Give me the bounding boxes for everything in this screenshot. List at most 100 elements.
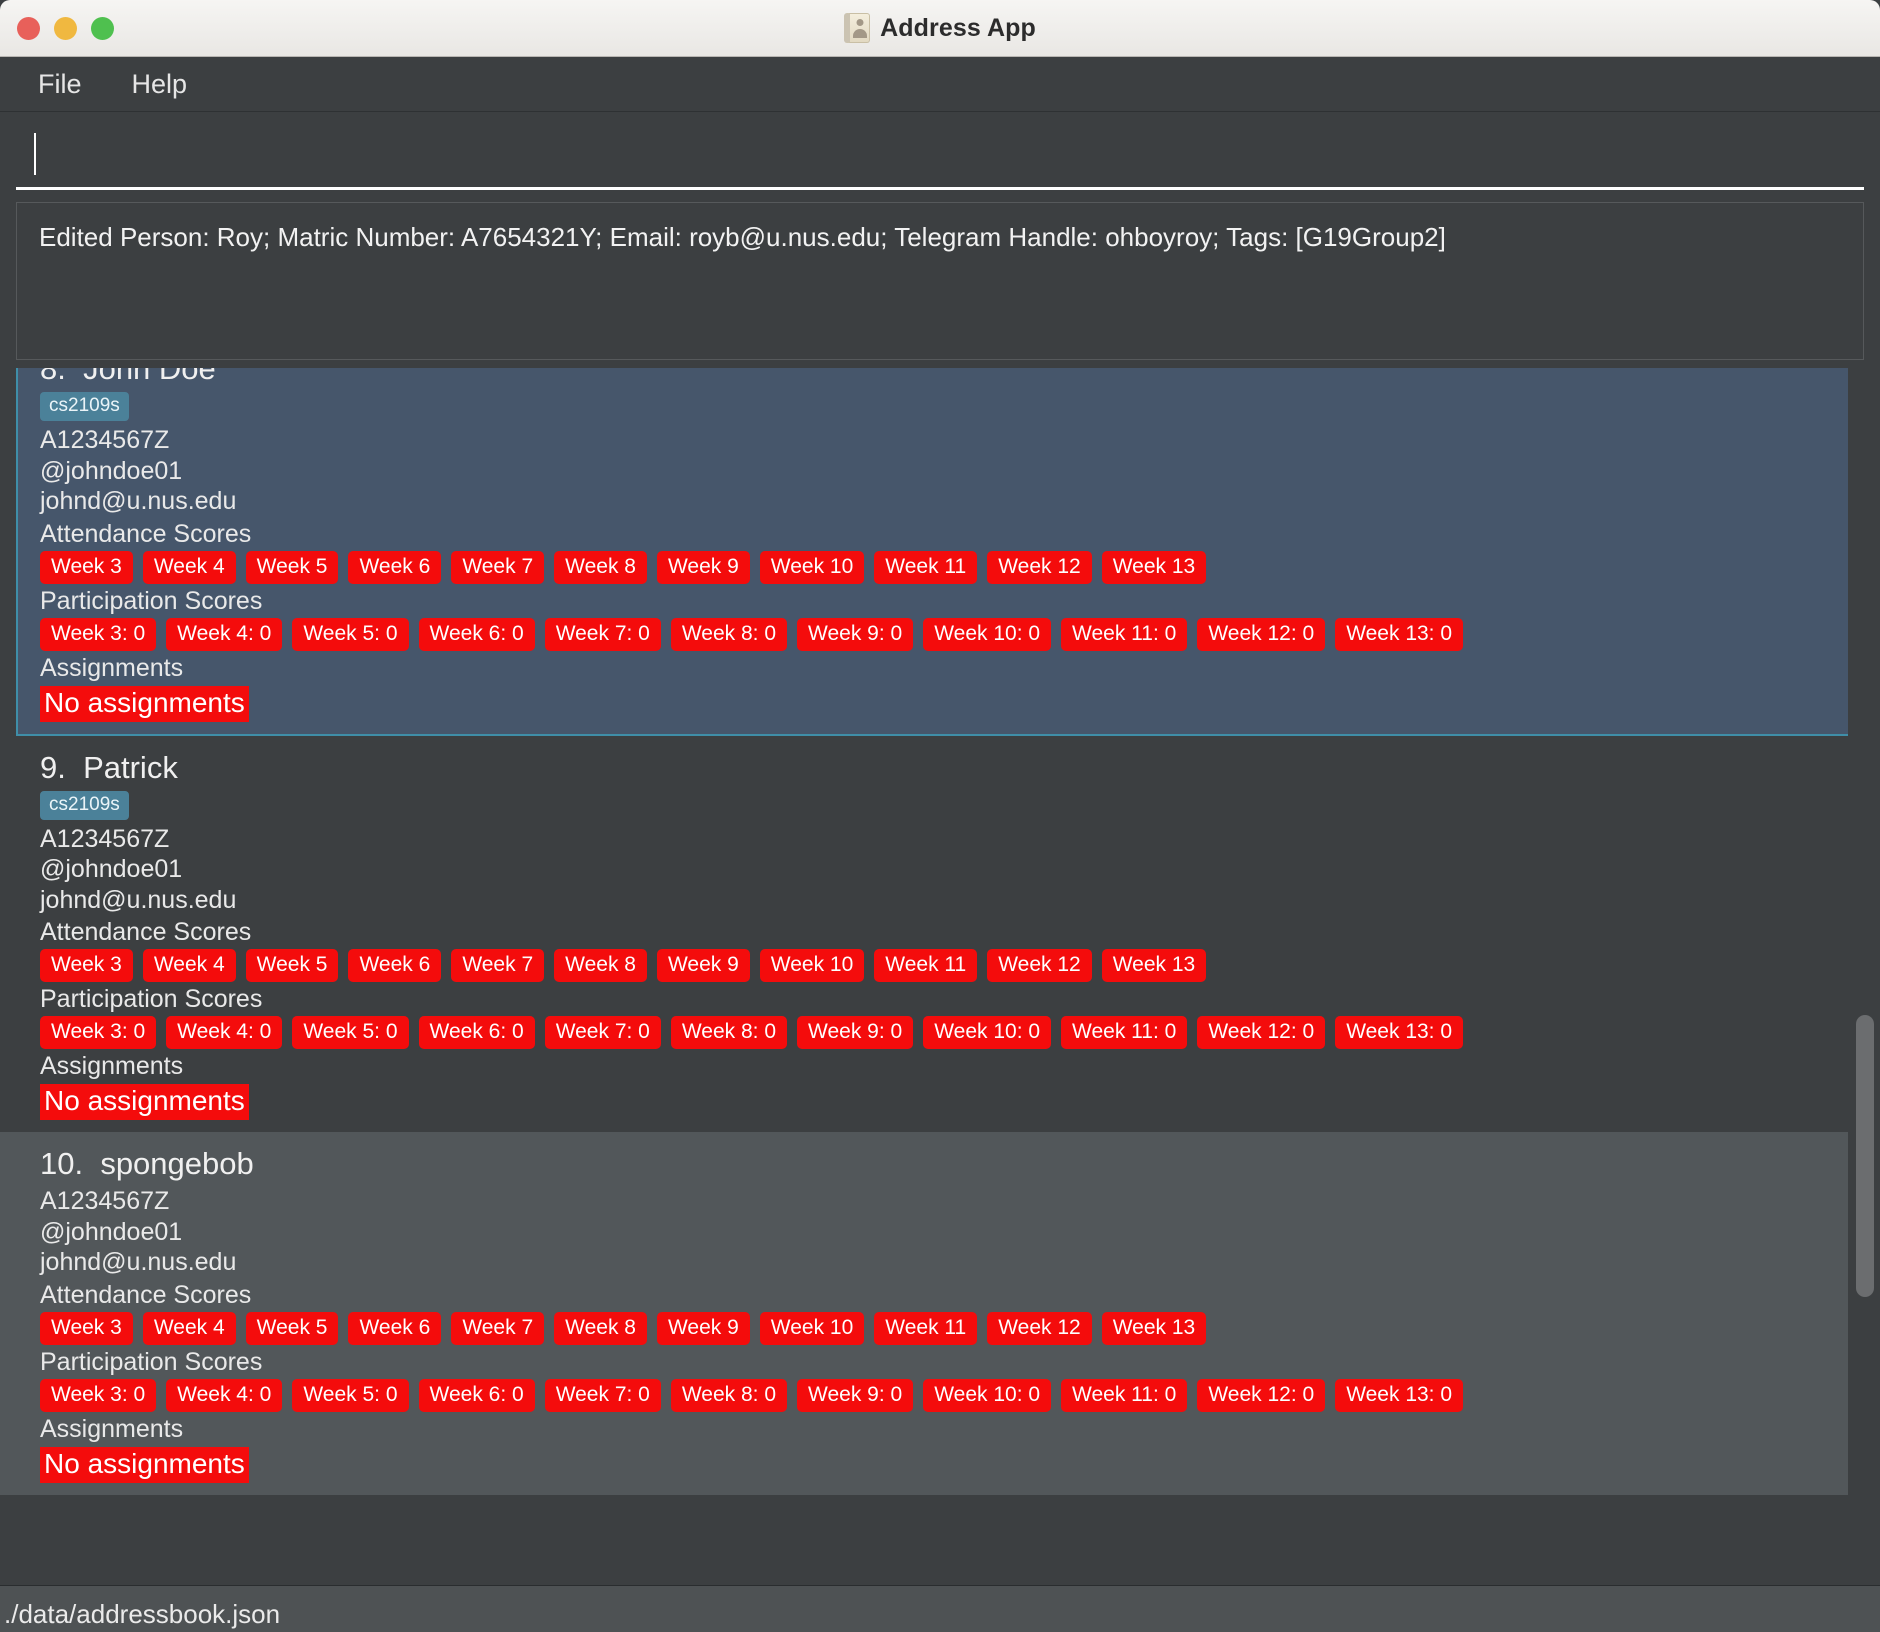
no-assignments-badge: No assignments [40, 1446, 249, 1483]
attendance-chip: Week 12 [987, 550, 1092, 584]
attendance-chip: Week 9 [656, 550, 750, 584]
person-card[interactable]: 10. spongebob A1234567Z @johndoe01 johnd@u.… [0, 1132, 1880, 1495]
attendance-chip: Week 5 [245, 949, 339, 982]
participation-chip: Week 8: 0 [670, 1016, 788, 1049]
participation-chip: Week 12: 0 [1197, 1016, 1326, 1049]
status-bar: ./data/addressbook.json [0, 1585, 1880, 1632]
close-button[interactable] [17, 16, 40, 40]
attendance-chip: Week 4 [142, 1311, 236, 1345]
participation-chip-row: Week 3: 0 Week 4: 0 Week 5: 0 Week 6: 0 Week… [40, 1378, 1860, 1412]
command-input[interactable] [16, 120, 1864, 190]
participation-scores-label: Participation Scores [40, 985, 263, 1013]
result-message: Edited Person: Roy; Matric Number: A7654… [39, 222, 1446, 252]
participation-chip: Week 8: 0 [670, 617, 788, 651]
participation-scores-label: Participation Scores [40, 1347, 263, 1376]
participation-chip-row: Week 3: 0 Week 4: 0 Week 5: 0 Week 6: 0 Week… [40, 1016, 1860, 1049]
attendance-chip: Week 5 [245, 1311, 339, 1345]
person-email: johnd@u.nus.edu [40, 487, 237, 515]
participation-chip: Week 4: 0 [166, 1378, 283, 1412]
participation-chip: Week 13: 0 [1335, 617, 1464, 651]
text-caret [34, 132, 36, 175]
save-location-path: ./data/addressbook.json [4, 1599, 281, 1629]
assignments-label: Assignments [40, 653, 184, 682]
maximize-button[interactable] [91, 16, 114, 40]
participation-chip: Week 9: 0 [797, 1378, 914, 1412]
assignments-label: Assignments [40, 1052, 184, 1080]
person-telegram-handle: @johndoe01 [40, 456, 183, 485]
menu-file[interactable]: File [22, 65, 98, 104]
attendance-chip: Week 11 [874, 1311, 978, 1345]
attendance-chip: Week 6 [348, 949, 442, 982]
person-name: 8. John Doe [40, 368, 216, 386]
attendance-chip: Week 4 [142, 550, 236, 584]
attendance-chip: Week 13 [1101, 550, 1207, 584]
no-assignments-badge: No assignments [40, 685, 249, 722]
participation-chip: Week 12: 0 [1197, 617, 1326, 651]
tag-chip: cs2109s [40, 392, 129, 421]
attendance-chip: Week 5 [245, 550, 339, 584]
participation-chip: Week 6: 0 [418, 1378, 535, 1412]
attendance-chip: Week 11 [874, 949, 978, 982]
attendance-chip: Week 3 [40, 550, 133, 584]
minimize-button[interactable] [54, 16, 77, 40]
tag-chip: cs2109s [40, 790, 129, 820]
attendance-scores-label: Attendance Scores [40, 918, 252, 946]
result-area: Edited Person: Roy; Matric Number: A7654… [0, 190, 1880, 368]
scrollbar-thumb[interactable] [1856, 1015, 1874, 1297]
participation-chip: Week 10: 0 [923, 1378, 1052, 1412]
tag-row: cs2109s [40, 392, 1840, 421]
attendance-chip: Week 3 [40, 1311, 133, 1345]
participation-chip: Week 7: 0 [544, 617, 661, 651]
participation-chip: Week 7: 0 [544, 1016, 661, 1049]
person-name: 9. Patrick [40, 749, 178, 785]
person-card-body: 10. spongebob A1234567Z @johndoe01 johnd@u.… [0, 1146, 1880, 1483]
attendance-chip: Week 4 [142, 949, 236, 982]
person-telegram-handle: @johndoe01 [40, 1217, 183, 1246]
attendance-chip: Week 13 [1101, 1311, 1207, 1345]
window-titlebar: Address App [0, 0, 1880, 57]
attendance-chip: Week 9 [656, 949, 750, 982]
attendance-chip-row: Week 3 Week 4 Week 5 Week 6 Week 7 Week 8 Week… [40, 550, 1840, 584]
participation-chip: Week 9: 0 [797, 617, 914, 651]
address-book-icon [844, 13, 871, 43]
menubar: File Help [0, 57, 1880, 112]
person-list-panel[interactable]: 8. John Doe cs2109s A1234567Z @johndoe01 joh… [0, 368, 1880, 1585]
attendance-chip: Week 10 [759, 550, 865, 584]
person-name: 10. spongebob [40, 1146, 254, 1181]
attendance-chip: Week 8 [554, 550, 647, 584]
participation-chip: Week 10: 0 [923, 1016, 1052, 1049]
participation-chip: Week 12: 0 [1197, 1378, 1326, 1412]
person-matric-number: A1234567Z [40, 824, 170, 853]
participation-chip: Week 11: 0 [1061, 617, 1188, 651]
attendance-chip: Week 13 [1101, 949, 1207, 982]
list-scrollbar[interactable] [1848, 368, 1880, 1585]
attendance-chip: Week 8 [554, 1311, 647, 1345]
person-email: johnd@u.nus.edu [40, 885, 237, 914]
person-card-body: 8. John Doe cs2109s A1234567Z @johndoe01 joh… [18, 368, 1860, 722]
attendance-chip: Week 9 [656, 1311, 750, 1345]
participation-chip: Week 11: 0 [1061, 1016, 1188, 1049]
person-card[interactable]: 9. Patrick cs2109s A1234567Z @johndoe01 john… [0, 735, 1880, 1132]
participation-chip-row: Week 3: 0 Week 4: 0 Week 5: 0 Week 6: 0 Week… [40, 617, 1840, 651]
assignments-row: No assignments [40, 685, 1840, 722]
no-assignments-badge: No assignments [40, 1084, 249, 1120]
attendance-chip: Week 12 [987, 949, 1092, 982]
person-matric-number: A1234567Z [40, 1187, 170, 1215]
participation-chip: Week 5: 0 [292, 1016, 409, 1049]
attendance-chip: Week 10 [759, 949, 865, 982]
assignments-label: Assignments [40, 1414, 184, 1443]
window-title: Address App [880, 13, 1036, 42]
participation-chip: Week 6: 0 [418, 617, 535, 651]
participation-chip: Week 3: 0 [40, 617, 157, 651]
person-matric-number: A1234567Z [40, 426, 170, 454]
attendance-scores-label: Attendance Scores [40, 519, 252, 548]
participation-chip: Week 9: 0 [797, 1016, 914, 1049]
attendance-scores-label: Attendance Scores [40, 1280, 252, 1309]
assignments-row: No assignments [40, 1446, 1860, 1483]
attendance-chip-row: Week 3 Week 4 Week 5 Week 6 Week 7 Week 8 Week… [40, 949, 1860, 982]
person-card[interactable]: 8. John Doe cs2109s A1234567Z @johndoe01 joh… [16, 368, 1862, 736]
participation-chip: Week 5: 0 [292, 617, 409, 651]
menu-help[interactable]: Help [116, 65, 204, 104]
participation-chip: Week 13: 0 [1335, 1378, 1464, 1412]
attendance-chip: Week 3 [40, 949, 133, 982]
